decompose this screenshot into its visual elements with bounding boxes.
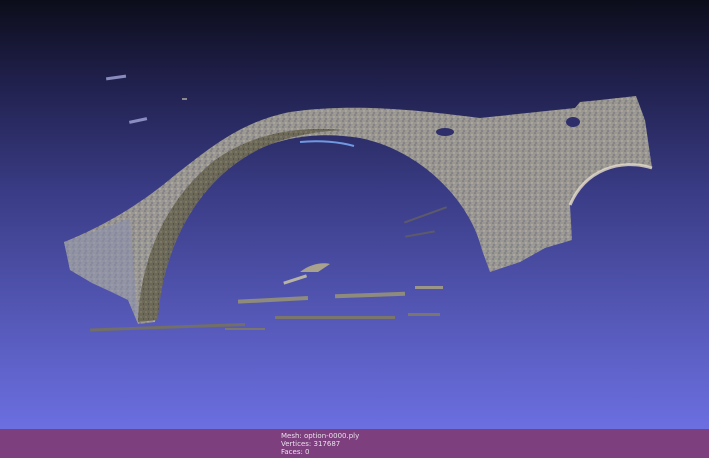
point-cloud-render[interactable] [0, 0, 709, 429]
left-pier [64, 218, 138, 322]
deck-hole [436, 128, 454, 136]
face-count: Faces: 0 [281, 448, 310, 456]
mesh-info: Mesh: option-0000.ply Vertices: 317687 F… [281, 432, 359, 456]
deck-hole [566, 117, 580, 127]
arch-highlight [299, 140, 355, 147]
3d-viewport[interactable] [0, 0, 709, 429]
status-bar: Mesh: option-0000.ply Vertices: 317687 F… [0, 429, 709, 458]
mesh-filename: Mesh: option-0000.ply [281, 432, 360, 440]
vertex-count: Vertices: 317687 [281, 440, 341, 448]
arch-intrados [138, 128, 345, 322]
